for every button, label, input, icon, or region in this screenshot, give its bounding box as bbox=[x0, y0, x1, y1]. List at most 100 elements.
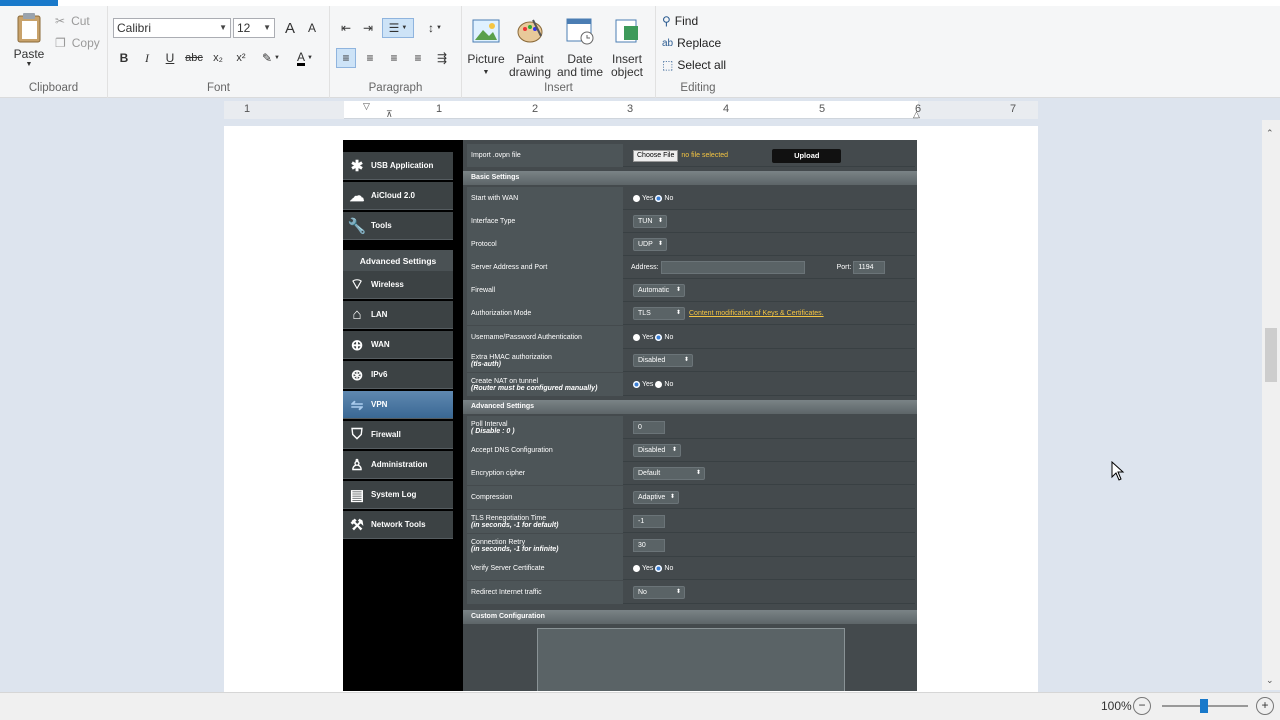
nav-label: WAN bbox=[371, 340, 390, 349]
replace-icon: ab bbox=[662, 37, 674, 49]
scroll-down-icon[interactable]: ⌄ bbox=[1266, 675, 1274, 686]
log-icon: ▤ bbox=[349, 486, 365, 504]
bullets-button[interactable]: ☰ ▼ bbox=[382, 18, 414, 38]
text-input: 0 bbox=[633, 421, 665, 434]
scroll-up-icon[interactable]: ⌃ bbox=[1266, 128, 1274, 139]
first-line-indent-marker[interactable]: ▽ bbox=[363, 101, 370, 112]
align-right-button[interactable]: ≡ bbox=[384, 48, 404, 68]
zoom-slider[interactable] bbox=[1162, 699, 1248, 713]
right-indent-marker[interactable]: △ bbox=[913, 109, 920, 120]
radio-no-icon bbox=[655, 334, 663, 341]
grow-font-button[interactable]: A bbox=[280, 18, 300, 38]
ruler-number: 7 bbox=[1010, 103, 1017, 115]
nav-label: Firewall bbox=[371, 430, 401, 439]
superscript-button[interactable]: x² bbox=[231, 48, 251, 68]
subscript-button[interactable]: x₂ bbox=[208, 48, 228, 68]
setting-row: Poll Interval( Disable : 0 ) 0 bbox=[467, 416, 915, 439]
copy-button[interactable]: ❐ Copy bbox=[55, 36, 100, 50]
shrink-font-button[interactable]: A bbox=[302, 18, 322, 38]
left-indent-marker[interactable]: ⊼ bbox=[386, 109, 393, 120]
font-group-label: Font bbox=[206, 82, 230, 94]
paint-drawing-button[interactable]: Paint drawing bbox=[508, 16, 552, 79]
text-input: -1 bbox=[633, 515, 665, 528]
zoom-slider-thumb[interactable] bbox=[1200, 699, 1208, 713]
scrollbar-thumb[interactable] bbox=[1265, 328, 1277, 382]
wifi-icon: ⌔ bbox=[349, 276, 365, 293]
setting-row: Username/Password Authentication Yes No bbox=[467, 326, 915, 349]
ipv6-globe-icon: ⊛ bbox=[350, 366, 364, 384]
shield-icon: ⛉ bbox=[351, 426, 363, 443]
font-family-select[interactable]: Calibri ▼ bbox=[113, 18, 231, 38]
insert-object-button[interactable]: Insert object bbox=[606, 16, 648, 79]
setting-label: Username/Password Authentication bbox=[467, 326, 623, 349]
align-left-button[interactable]: ≡ bbox=[336, 48, 356, 68]
select-box: No ⬍ bbox=[633, 586, 685, 599]
setting-row: Start with WAN Yes No bbox=[467, 187, 915, 210]
router-main-panel: Import .ovpn file Choose File no file se… bbox=[463, 140, 917, 691]
align-center-button[interactable]: ≡ bbox=[360, 48, 380, 68]
select-box: Automatic ⬍ bbox=[633, 284, 685, 297]
nav-label: IPv6 bbox=[371, 370, 388, 379]
line-spacing-button[interactable]: ↕ ▼ bbox=[420, 18, 450, 38]
zoom-level: 100% bbox=[1101, 699, 1132, 713]
radio-yes-icon bbox=[633, 565, 640, 572]
setting-label: Start with WAN bbox=[467, 187, 623, 210]
nav-label: VPN bbox=[371, 400, 388, 409]
ruler-number: 4 bbox=[723, 103, 730, 115]
setting-label: Redirect Internet traffic bbox=[467, 581, 623, 604]
calendar-clock-icon bbox=[566, 18, 594, 45]
setting-value: TUN ⬍ bbox=[625, 210, 915, 233]
zoom-out-button[interactable]: − bbox=[1133, 697, 1151, 715]
align-left-icon: ≡ bbox=[342, 51, 350, 65]
mouse-cursor-icon bbox=[1111, 461, 1125, 481]
underline-button[interactable]: U bbox=[160, 48, 180, 68]
nav-usb-application: ✱ USB Application bbox=[343, 152, 453, 180]
nav-label: Network Tools bbox=[371, 520, 426, 529]
paste-dropdown-icon[interactable]: ▼ bbox=[10, 61, 48, 68]
select-arrow-icon: ⬍ bbox=[671, 447, 677, 453]
chevron-down-icon: ▼ bbox=[307, 55, 313, 61]
setting-label: Create NAT on tunnel (Router must be conf… bbox=[467, 373, 623, 396]
ruler[interactable]: 1 1 2 3 4 5 6 7 ▽ ⊼ △ bbox=[224, 101, 1038, 119]
nav-tools: 🔧 Tools bbox=[343, 212, 453, 240]
nav-ipv6: ⊛ IPv6 bbox=[343, 361, 453, 389]
picture-button[interactable]: Picture ▼ bbox=[466, 16, 506, 79]
italic-button[interactable]: I bbox=[137, 48, 157, 68]
setting-value: No ⬍ bbox=[625, 581, 915, 604]
chevron-down-icon: ▼ bbox=[274, 55, 280, 61]
strikethrough-icon: abc bbox=[185, 52, 203, 64]
zoom-in-button[interactable]: + bbox=[1256, 697, 1274, 715]
vertical-scrollbar[interactable]: ⌃ ⌄ bbox=[1262, 120, 1280, 690]
decrease-indent-button[interactable]: ⇤ bbox=[336, 18, 356, 38]
paragraph-settings-button[interactable]: ⇶ bbox=[432, 48, 452, 68]
select-all-label: Select all bbox=[677, 58, 727, 72]
cut-label: Cut bbox=[71, 14, 90, 28]
justify-button[interactable]: ≡ bbox=[408, 48, 428, 68]
editing-group-label: Editing bbox=[680, 82, 716, 94]
router-sidebar: ✱ USB Application ☁ AiCloud 2.0 🔧 Tools Adv… bbox=[343, 140, 461, 691]
bold-button[interactable]: B bbox=[114, 48, 134, 68]
address-input bbox=[660, 261, 805, 274]
increase-indent-button[interactable]: ⇥ bbox=[358, 18, 378, 38]
font-size-select[interactable]: 12 ▼ bbox=[233, 18, 275, 38]
left-margin bbox=[224, 101, 344, 119]
date-time-button[interactable]: Date and time bbox=[556, 16, 604, 79]
align-right-icon: ≡ bbox=[390, 51, 398, 65]
superscript-icon: x² bbox=[236, 52, 246, 64]
bullet-list-icon: ☰ bbox=[388, 21, 400, 35]
select-all-button[interactable]: ⬚ Select all bbox=[662, 58, 726, 72]
find-button[interactable]: ⚲ Find bbox=[662, 14, 698, 28]
setting-row: TLS Renegotiation Time (in seconds, -1 fo… bbox=[467, 510, 915, 533]
replace-button[interactable]: ab Replace bbox=[662, 36, 721, 50]
cut-button[interactable]: ✂ Cut bbox=[55, 14, 90, 28]
setting-value: Disabled ⬍ bbox=[625, 349, 915, 372]
highlight-color-button[interactable]: ✎ ▼ bbox=[256, 48, 286, 68]
puzzle-icon: ✱ bbox=[350, 157, 364, 175]
nav-system-log: ▤ System Log bbox=[343, 481, 453, 509]
text-color-button[interactable]: A ▼ bbox=[290, 48, 320, 68]
strikethrough-button[interactable]: abc bbox=[184, 48, 204, 68]
find-label: Find bbox=[674, 14, 699, 28]
setting-value: -1 bbox=[625, 510, 915, 533]
paste-button[interactable]: Paste ▼ bbox=[10, 12, 48, 68]
setting-label: Encryption cipher bbox=[467, 462, 623, 485]
